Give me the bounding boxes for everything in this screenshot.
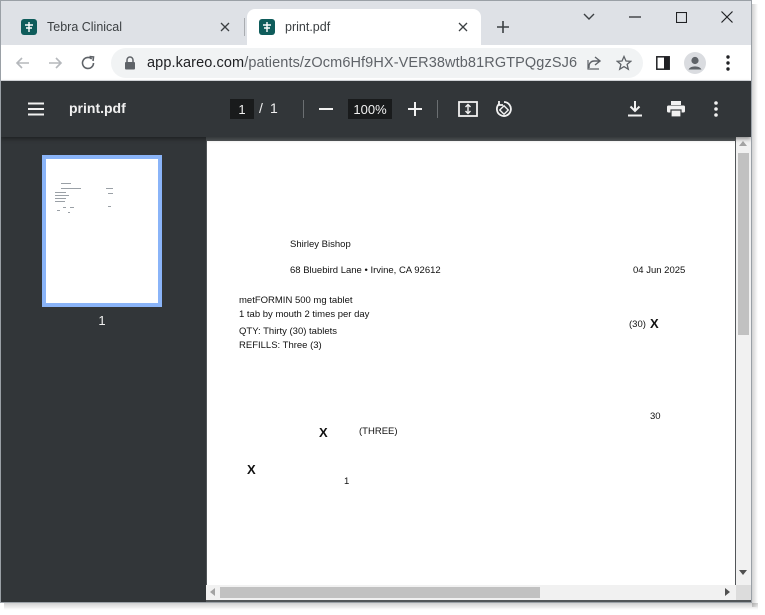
download-icon xyxy=(628,101,642,117)
fit-to-page-button[interactable] xyxy=(456,97,480,121)
page-thumbnail[interactable] xyxy=(42,155,162,307)
minimize-button[interactable] xyxy=(612,5,658,29)
tab-title: print.pdf xyxy=(285,20,331,34)
refills-word: (THREE) xyxy=(359,426,398,437)
browser-toolbar: app.kareo.com/patients/zOcm6Hf9HX-VER38w… xyxy=(1,45,751,81)
printer-icon xyxy=(667,101,685,117)
url-path: /patients/zOcm6Hf9HX-VER38wtb81RGTPQgzSJ… xyxy=(244,55,577,71)
more-vertical-icon xyxy=(714,101,718,117)
browser-menu-button[interactable] xyxy=(714,49,742,77)
browser-window: Tebra Clinical print.pdf app.kareo.com/p… xyxy=(0,0,752,603)
reload-icon xyxy=(81,55,95,70)
side-panel-icon xyxy=(656,56,670,70)
tab-print-pdf[interactable]: print.pdf xyxy=(247,9,481,45)
document-page-number: 1 xyxy=(344,476,350,487)
mark-x: X xyxy=(247,462,256,477)
horizontal-scroll-thumb[interactable] xyxy=(220,587,540,598)
toolbar-divider xyxy=(437,100,438,118)
tab-strip: Tebra Clinical print.pdf xyxy=(1,1,751,45)
page-number-input[interactable]: 1 xyxy=(230,99,254,119)
rotate-button[interactable] xyxy=(492,97,516,121)
lock-icon[interactable] xyxy=(121,54,139,72)
share-button[interactable] xyxy=(583,52,605,74)
tebra-logo-icon xyxy=(21,19,37,35)
scrollbar-corner xyxy=(736,585,751,600)
prescription-date: 04 Jun 2025 xyxy=(633,265,686,276)
close-icon xyxy=(721,11,733,23)
reload-button[interactable] xyxy=(74,49,102,77)
zoom-input[interactable]: 100% xyxy=(348,99,392,119)
url-host: app.kareo.com xyxy=(147,55,245,71)
rotate-icon xyxy=(496,101,512,117)
profile-button[interactable] xyxy=(681,49,709,77)
tab-title: Tebra Clinical xyxy=(47,20,123,34)
star-icon xyxy=(616,55,632,71)
mark-x: X xyxy=(319,425,328,440)
print-button[interactable] xyxy=(664,97,688,121)
maximize-button[interactable] xyxy=(658,5,704,29)
close-window-button[interactable] xyxy=(704,5,750,29)
download-button[interactable] xyxy=(623,97,647,121)
scroll-up-arrow-icon[interactable] xyxy=(739,141,747,146)
plus-icon xyxy=(408,102,422,116)
close-tab-icon[interactable] xyxy=(215,17,235,37)
mark-x: X xyxy=(650,316,659,331)
avatar-icon xyxy=(684,52,706,74)
zoom-out-button[interactable] xyxy=(314,97,338,121)
thumbnail-page-number: 1 xyxy=(98,313,106,328)
page-total: 1 xyxy=(270,100,278,116)
medication-qty: QTY: Thirty (30) tablets xyxy=(239,326,338,337)
chevron-down-icon xyxy=(583,13,595,20)
arrow-left-icon xyxy=(15,57,29,69)
minus-icon xyxy=(319,108,333,110)
back-button[interactable] xyxy=(9,49,37,77)
maximize-icon xyxy=(675,11,687,23)
horizontal-scrollbar[interactable] xyxy=(206,585,736,600)
forward-button[interactable] xyxy=(41,49,69,77)
hamburger-menu-icon xyxy=(28,102,44,116)
pdf-page: Shirley Bishop 68 Bluebird Lane • Irvine… xyxy=(207,141,735,585)
medication-sig: 1 tab by mouth 2 times per day xyxy=(239,309,370,320)
window-shadow xyxy=(4,603,758,610)
medication-refills: REFILLS: Three (3) xyxy=(239,340,322,351)
tab-separator xyxy=(244,18,245,36)
address-bar[interactable]: app.kareo.com/patients/zOcm6Hf9HX-VER38w… xyxy=(111,48,643,78)
scroll-right-arrow-icon[interactable] xyxy=(725,588,730,596)
bookmark-button[interactable] xyxy=(613,52,635,74)
qty-number: 30 xyxy=(650,411,661,422)
tab-tebra-clinical[interactable]: Tebra Clinical xyxy=(9,9,243,45)
scroll-left-arrow-icon[interactable] xyxy=(210,588,215,596)
qty-box: (30) xyxy=(629,319,646,330)
sidebar-toggle-button[interactable] xyxy=(24,97,48,121)
toolbar-divider xyxy=(303,100,304,118)
share-icon xyxy=(587,56,602,70)
minimize-icon xyxy=(629,16,641,18)
tab-search-button[interactable] xyxy=(566,5,612,29)
new-tab-button[interactable] xyxy=(491,15,515,39)
plus-icon xyxy=(497,21,509,33)
fit-page-icon xyxy=(458,101,478,117)
url-text[interactable]: app.kareo.com/patients/zOcm6Hf9HX-VER38w… xyxy=(147,55,577,71)
pdf-content-area[interactable]: Shirley Bishop 68 Bluebird Lane • Irvine… xyxy=(206,137,751,602)
patient-address: 68 Bluebird Lane • Irvine, CA 92612 xyxy=(290,265,441,276)
page-separator: / xyxy=(259,100,263,116)
arrow-right-icon xyxy=(49,57,63,69)
vertical-scrollbar[interactable] xyxy=(736,137,751,585)
window-shadow xyxy=(752,4,758,607)
pdf-title: print.pdf xyxy=(69,100,126,116)
zoom-in-button[interactable] xyxy=(403,97,427,121)
tebra-logo-icon xyxy=(259,19,275,35)
side-panel-button[interactable] xyxy=(649,49,677,77)
pdf-toolbar: print.pdf 1 / 1 100% xyxy=(1,81,751,137)
thumbnail-page-preview xyxy=(46,159,158,303)
more-vertical-icon xyxy=(726,55,730,71)
close-tab-icon[interactable] xyxy=(453,17,473,37)
patient-name: Shirley Bishop xyxy=(290,239,351,250)
scroll-down-arrow-icon[interactable] xyxy=(739,570,747,575)
pdf-more-button[interactable] xyxy=(704,97,728,121)
vertical-scroll-thumb[interactable] xyxy=(738,153,749,335)
thumbnail-sidebar: 1 xyxy=(1,137,206,602)
medication-name: metFORMIN 500 mg tablet xyxy=(239,295,353,306)
